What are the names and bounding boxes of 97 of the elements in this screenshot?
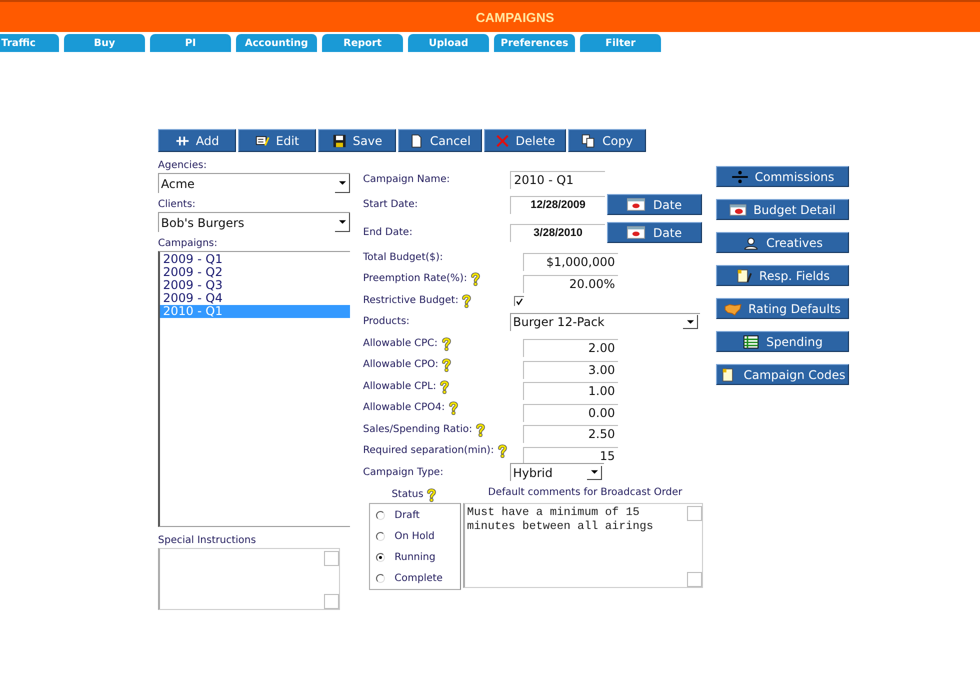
date-field[interactable]: 12/28/2009	[510, 196, 605, 214]
dropdown-arrow-icon	[686, 320, 694, 324]
field-label: Default comments for Broadcast Order	[487, 486, 684, 500]
close-icon	[494, 134, 510, 148]
dropdown[interactable]: Burger 12-Pack	[510, 312, 700, 331]
help-icon[interactable]	[461, 292, 472, 308]
dropdown-arrow-icon	[590, 470, 598, 474]
toolbar-button[interactable]: Save	[318, 129, 396, 152]
help-icon[interactable]	[439, 378, 450, 394]
page-title: CAMPAIGNS	[476, 10, 554, 24]
date-button[interactable]: Date	[607, 222, 702, 243]
field-label: Products:	[363, 316, 410, 328]
help-icon[interactable]	[440, 336, 452, 351]
plus-icon	[174, 134, 190, 148]
side-button[interactable]: Spending	[716, 331, 849, 352]
date-button[interactable]: Date	[607, 194, 702, 215]
radio-button[interactable]	[376, 510, 384, 520]
special-instructions-field[interactable]	[158, 548, 340, 610]
radio-label[interactable]: Complete	[394, 572, 443, 584]
side-button[interactable]: Creatives	[716, 232, 849, 253]
agency-dropdown[interactable]: Acme	[158, 173, 350, 193]
help-icon[interactable]	[475, 422, 486, 437]
field-label: Allowable CPO4:	[363, 402, 445, 414]
help-icon[interactable]	[426, 487, 438, 502]
side-button[interactable]: Rating Defaults	[716, 298, 849, 319]
divide-icon	[730, 170, 749, 184]
field-label: Start Date:	[363, 199, 418, 210]
field-label: Required separation(min):	[363, 445, 494, 456]
save-icon	[332, 134, 347, 148]
side-button[interactable]: Commissions	[716, 166, 849, 187]
comments-text: Must have a minimum of 15 minutes between all airings	[466, 505, 654, 534]
toolbar-button[interactable]: Delete	[484, 129, 566, 152]
field-label: Status	[392, 489, 424, 500]
campaign-item[interactable]: 2009 - Q4	[160, 292, 350, 305]
field-label: Preemption Rate(%):	[363, 273, 468, 284]
text-field[interactable]: 2010 - Q1	[510, 170, 605, 189]
calendar-icon	[729, 202, 748, 216]
scrollbar-button[interactable]	[687, 572, 702, 587]
help-icon[interactable]	[470, 271, 482, 286]
scrollbar-button[interactable]	[324, 551, 339, 566]
copy-icon	[581, 134, 596, 148]
campaign-item[interactable]: 2009 - Q3	[160, 279, 350, 292]
toolbar-button[interactable]: Copy	[568, 129, 646, 152]
number-field[interactable]: 2.00	[523, 339, 618, 358]
toolbar-button[interactable]: Add	[158, 129, 236, 152]
notepad-icon	[735, 268, 754, 282]
radio-label[interactable]: Draft	[394, 510, 420, 520]
campaign-item[interactable]: 2009 - Q1	[160, 253, 350, 266]
scrollbar-button[interactable]	[324, 594, 339, 609]
number-field[interactable]: 1.00	[523, 382, 618, 400]
edit-icon	[254, 134, 270, 148]
toolbar-button[interactable]: Cancel	[398, 129, 482, 152]
radio-button[interactable]	[376, 532, 384, 540]
calendar-icon	[627, 198, 646, 211]
number-field[interactable]: $1,000,000	[523, 253, 618, 272]
radio-button[interactable]	[376, 552, 384, 562]
field-label: Campaign Name:	[363, 174, 450, 186]
field-label: Special Instructions	[158, 535, 257, 546]
toolbar-button[interactable]: Edit	[238, 129, 316, 152]
field-label: Clients:	[158, 199, 197, 210]
side-button[interactable]: Budget Detail	[716, 199, 849, 220]
number-field[interactable]: 20.00%	[523, 274, 618, 293]
field-label: Campaign Type:	[363, 466, 444, 478]
document-icon	[409, 134, 424, 148]
side-button[interactable]: Resp. Fields	[716, 265, 849, 286]
radio-label[interactable]: Running	[394, 552, 436, 562]
field-label: Allowable CPL:	[363, 380, 436, 392]
person-icon	[742, 236, 760, 250]
field-label: Allowable CPO:	[363, 359, 438, 370]
number-field[interactable]: 3.00	[523, 360, 618, 379]
dropdown-arrow-icon	[338, 220, 346, 224]
campaign-item[interactable]: 2009 - Q2	[160, 266, 350, 279]
field-label: Restrictive Budget:	[363, 294, 458, 306]
list-icon	[742, 334, 760, 348]
help-icon[interactable]	[441, 357, 452, 372]
field-label: End Date:	[363, 227, 412, 238]
field-label: Total Budget($):	[363, 252, 444, 263]
radio-label[interactable]: On Hold	[394, 530, 435, 542]
side-button[interactable]: Campaign Codes	[716, 364, 849, 385]
calendar-icon	[627, 226, 646, 239]
client-dropdown[interactable]: Bob's Burgers	[158, 212, 350, 232]
help-icon[interactable]	[448, 400, 459, 416]
map-icon	[724, 302, 742, 316]
field-label: Allowable CPC:	[363, 338, 438, 349]
help-icon[interactable]	[496, 443, 508, 458]
radio-button[interactable]	[376, 574, 384, 582]
dropdown-arrow-icon	[338, 181, 346, 185]
number-field[interactable]: 2.50	[523, 425, 618, 444]
date-field[interactable]: 3/28/2010	[510, 224, 605, 242]
number-field[interactable]: 0.00	[523, 404, 618, 422]
dropdown[interactable]: Hybrid	[510, 463, 604, 482]
field-label: Agencies:	[158, 160, 208, 171]
scrollbar-button[interactable]	[687, 506, 702, 521]
checkbox[interactable]	[514, 296, 524, 306]
field-label: Campaigns:	[158, 238, 218, 249]
comments-field[interactable]: Must have a minimum of 15 minutes between all airings	[463, 503, 703, 588]
field-label: Sales/Spending Ratio:	[363, 424, 472, 435]
